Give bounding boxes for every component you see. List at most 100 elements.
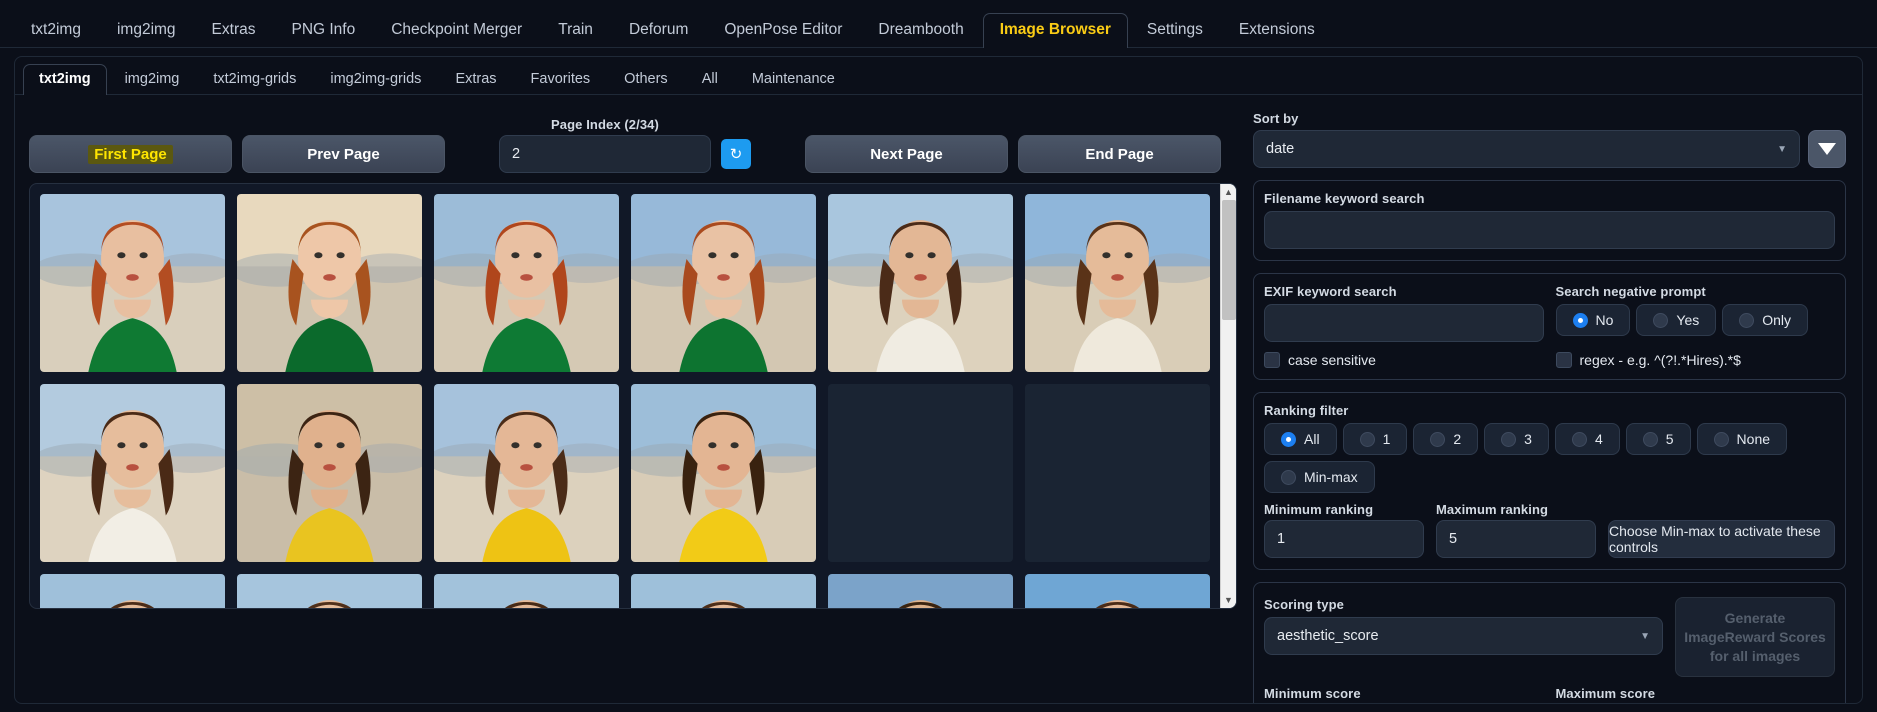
minimum-ranking-input[interactable] [1264, 520, 1424, 558]
subtab-txt2img-grids[interactable]: txt2img-grids [197, 64, 312, 95]
ranking-option-min-max[interactable]: Min-max [1264, 461, 1375, 493]
gallery-thumbnail[interactable] [1025, 384, 1210, 562]
browser-body: First Page Prev Page Page Index (2/34) ↻… [15, 95, 1862, 703]
gallery-thumbnail[interactable] [237, 384, 422, 562]
negative-prompt-label: Search negative prompt [1555, 284, 1706, 299]
regex-row[interactable]: regex - e.g. ^(?!.*Hires).*$ [1555, 352, 1836, 368]
gallery-thumbnail[interactable] [828, 194, 1013, 372]
tab-extensions[interactable]: Extensions [1222, 13, 1332, 48]
subtab-others[interactable]: Others [608, 64, 684, 95]
scoring-type-field: Scoring type aesthetic_score ▼ [1264, 597, 1663, 655]
subtab-maintenance[interactable]: Maintenance [736, 64, 851, 95]
radio-dot-icon [1653, 312, 1669, 328]
end-page-button[interactable]: End Page [1018, 135, 1221, 173]
tab-png-info[interactable]: PNG Info [274, 13, 372, 48]
subtab-all[interactable]: All [686, 64, 734, 95]
maximum-ranking-input[interactable] [1436, 520, 1596, 558]
tab-image-browser[interactable]: Image Browser [982, 13, 1128, 48]
negative-prompt-option-only[interactable]: Only [1722, 304, 1809, 336]
gallery-thumbnail[interactable] [631, 384, 816, 562]
prev-page-button[interactable]: Prev Page [242, 135, 445, 173]
sort-direction-button[interactable] [1808, 130, 1846, 168]
gallery-thumbnail[interactable] [631, 194, 816, 372]
gallery-thumbnail[interactable] [434, 574, 619, 608]
subtab-extras[interactable]: Extras [439, 64, 512, 95]
tab-dreambooth[interactable]: Dreambooth [861, 13, 980, 48]
regex-label: regex - e.g. ^(?!.*Hires).*$ [1579, 352, 1741, 368]
minimum-score-field: Minimum score [1264, 686, 1544, 703]
triangle-up-icon[interactable]: ▲ [1221, 184, 1236, 200]
scrollbar-thumb[interactable] [1222, 200, 1236, 320]
ranking-option-3[interactable]: 3 [1484, 423, 1549, 455]
subtab-txt2img[interactable]: txt2img [23, 64, 107, 95]
gallery-thumbnail[interactable] [631, 574, 816, 608]
gallery-thumbnail[interactable] [40, 194, 225, 372]
tab-openpose-editor[interactable]: OpenPose Editor [707, 13, 859, 48]
ranking-option-1-label: 1 [1382, 431, 1391, 447]
gallery-thumbnail[interactable] [237, 574, 422, 608]
negative-prompt-option-no[interactable]: No [1555, 304, 1631, 336]
ranking-option-none-label: None [1736, 431, 1771, 447]
gallery-thumbnail[interactable] [828, 574, 1013, 608]
scoring-type-select[interactable]: aesthetic_score ▼ [1264, 617, 1663, 655]
minimum-ranking-field: Minimum ranking [1264, 502, 1424, 558]
negative-prompt-col: Search negative prompt No Yes Only [1555, 284, 1836, 342]
subtab-favorites[interactable]: Favorites [515, 64, 607, 95]
gallery-thumbnail[interactable] [828, 384, 1013, 562]
filename-search-label: Filename keyword search [1264, 191, 1425, 206]
case-sensitive-row[interactable]: case sensitive [1264, 352, 1544, 368]
triangle-down-icon[interactable]: ▼ [1221, 592, 1236, 608]
gallery-thumbnail[interactable] [434, 384, 619, 562]
radio-dot-icon [1739, 312, 1755, 328]
ranking-option-5[interactable]: 5 [1625, 423, 1691, 455]
filter-column: Sort by date ▼ Filename keyword search E… [1245, 95, 1862, 703]
radio-dot-icon [1572, 312, 1588, 328]
gallery-thumbnail[interactable] [40, 384, 225, 562]
ranking-option-4[interactable]: 4 [1554, 423, 1620, 455]
gallery-thumbnail[interactable] [1025, 194, 1210, 372]
maximum-ranking-field: Maximum ranking [1436, 502, 1596, 558]
exif-search-input[interactable] [1264, 304, 1544, 342]
case-sensitive-label: case sensitive [1288, 352, 1376, 368]
gallery-thumbnail[interactable] [434, 194, 619, 372]
tab-checkpoint-merger[interactable]: Checkpoint Merger [374, 13, 539, 48]
subtab-img2img-grids[interactable]: img2img-grids [314, 64, 437, 95]
ranking-option-all-label: All [1304, 431, 1320, 447]
exif-search-label: EXIF keyword search [1264, 284, 1397, 299]
regex-checkbox[interactable] [1555, 352, 1572, 368]
ranking-option-min-max-label: Min-max [1304, 469, 1358, 485]
tab-img2img[interactable]: img2img [100, 13, 193, 48]
negative-prompt-radios: No Yes Only [1555, 304, 1836, 336]
exif-negative-columns: EXIF keyword search Search negative prom… [1264, 284, 1835, 342]
gallery-thumbnail[interactable] [1025, 574, 1210, 608]
tab-train[interactable]: Train [541, 13, 610, 48]
next-page-button[interactable]: Next Page [805, 135, 1008, 173]
tab-extras[interactable]: Extras [195, 13, 273, 48]
refresh-icon[interactable]: ↻ [721, 139, 751, 169]
pagination-row: First Page Prev Page Page Index (2/34) ↻… [29, 111, 1237, 173]
page-index-label: Page Index (2/34) [551, 117, 659, 132]
case-sensitive-checkbox[interactable] [1264, 352, 1280, 368]
exif-search-col: EXIF keyword search [1264, 284, 1544, 342]
tab-txt2img[interactable]: txt2img [14, 13, 98, 48]
filename-search-input[interactable] [1264, 211, 1835, 249]
negative-prompt-option-yes[interactable]: Yes [1636, 304, 1717, 336]
chevron-down-icon: ▼ [1640, 630, 1650, 642]
maximum-score-field: Maximum score [1556, 686, 1836, 703]
page-index-input[interactable] [499, 135, 711, 173]
sort-by-select[interactable]: date ▼ [1253, 130, 1800, 168]
scoring-group: Scoring type aesthetic_score ▼ Generate … [1253, 582, 1846, 703]
subtab-img2img[interactable]: img2img [109, 64, 196, 95]
ranking-option-all[interactable]: All [1264, 423, 1337, 455]
image-browser-panel: txt2img img2img txt2img-grids img2img-gr… [14, 56, 1863, 704]
ranking-option-1[interactable]: 1 [1342, 423, 1408, 455]
gallery-thumbnail[interactable] [40, 574, 225, 608]
tab-settings[interactable]: Settings [1130, 13, 1220, 48]
tab-deforum[interactable]: Deforum [612, 13, 705, 48]
ranking-option-2[interactable]: 2 [1413, 423, 1479, 455]
first-page-button[interactable]: First Page [29, 135, 232, 173]
ranking-option-none[interactable]: None [1696, 423, 1788, 455]
minmax-hint: Choose Min-max to activate these control… [1608, 520, 1835, 558]
gallery-thumbnail[interactable] [237, 194, 422, 372]
gallery-scrollbar[interactable]: ▲ ▼ [1220, 184, 1236, 608]
